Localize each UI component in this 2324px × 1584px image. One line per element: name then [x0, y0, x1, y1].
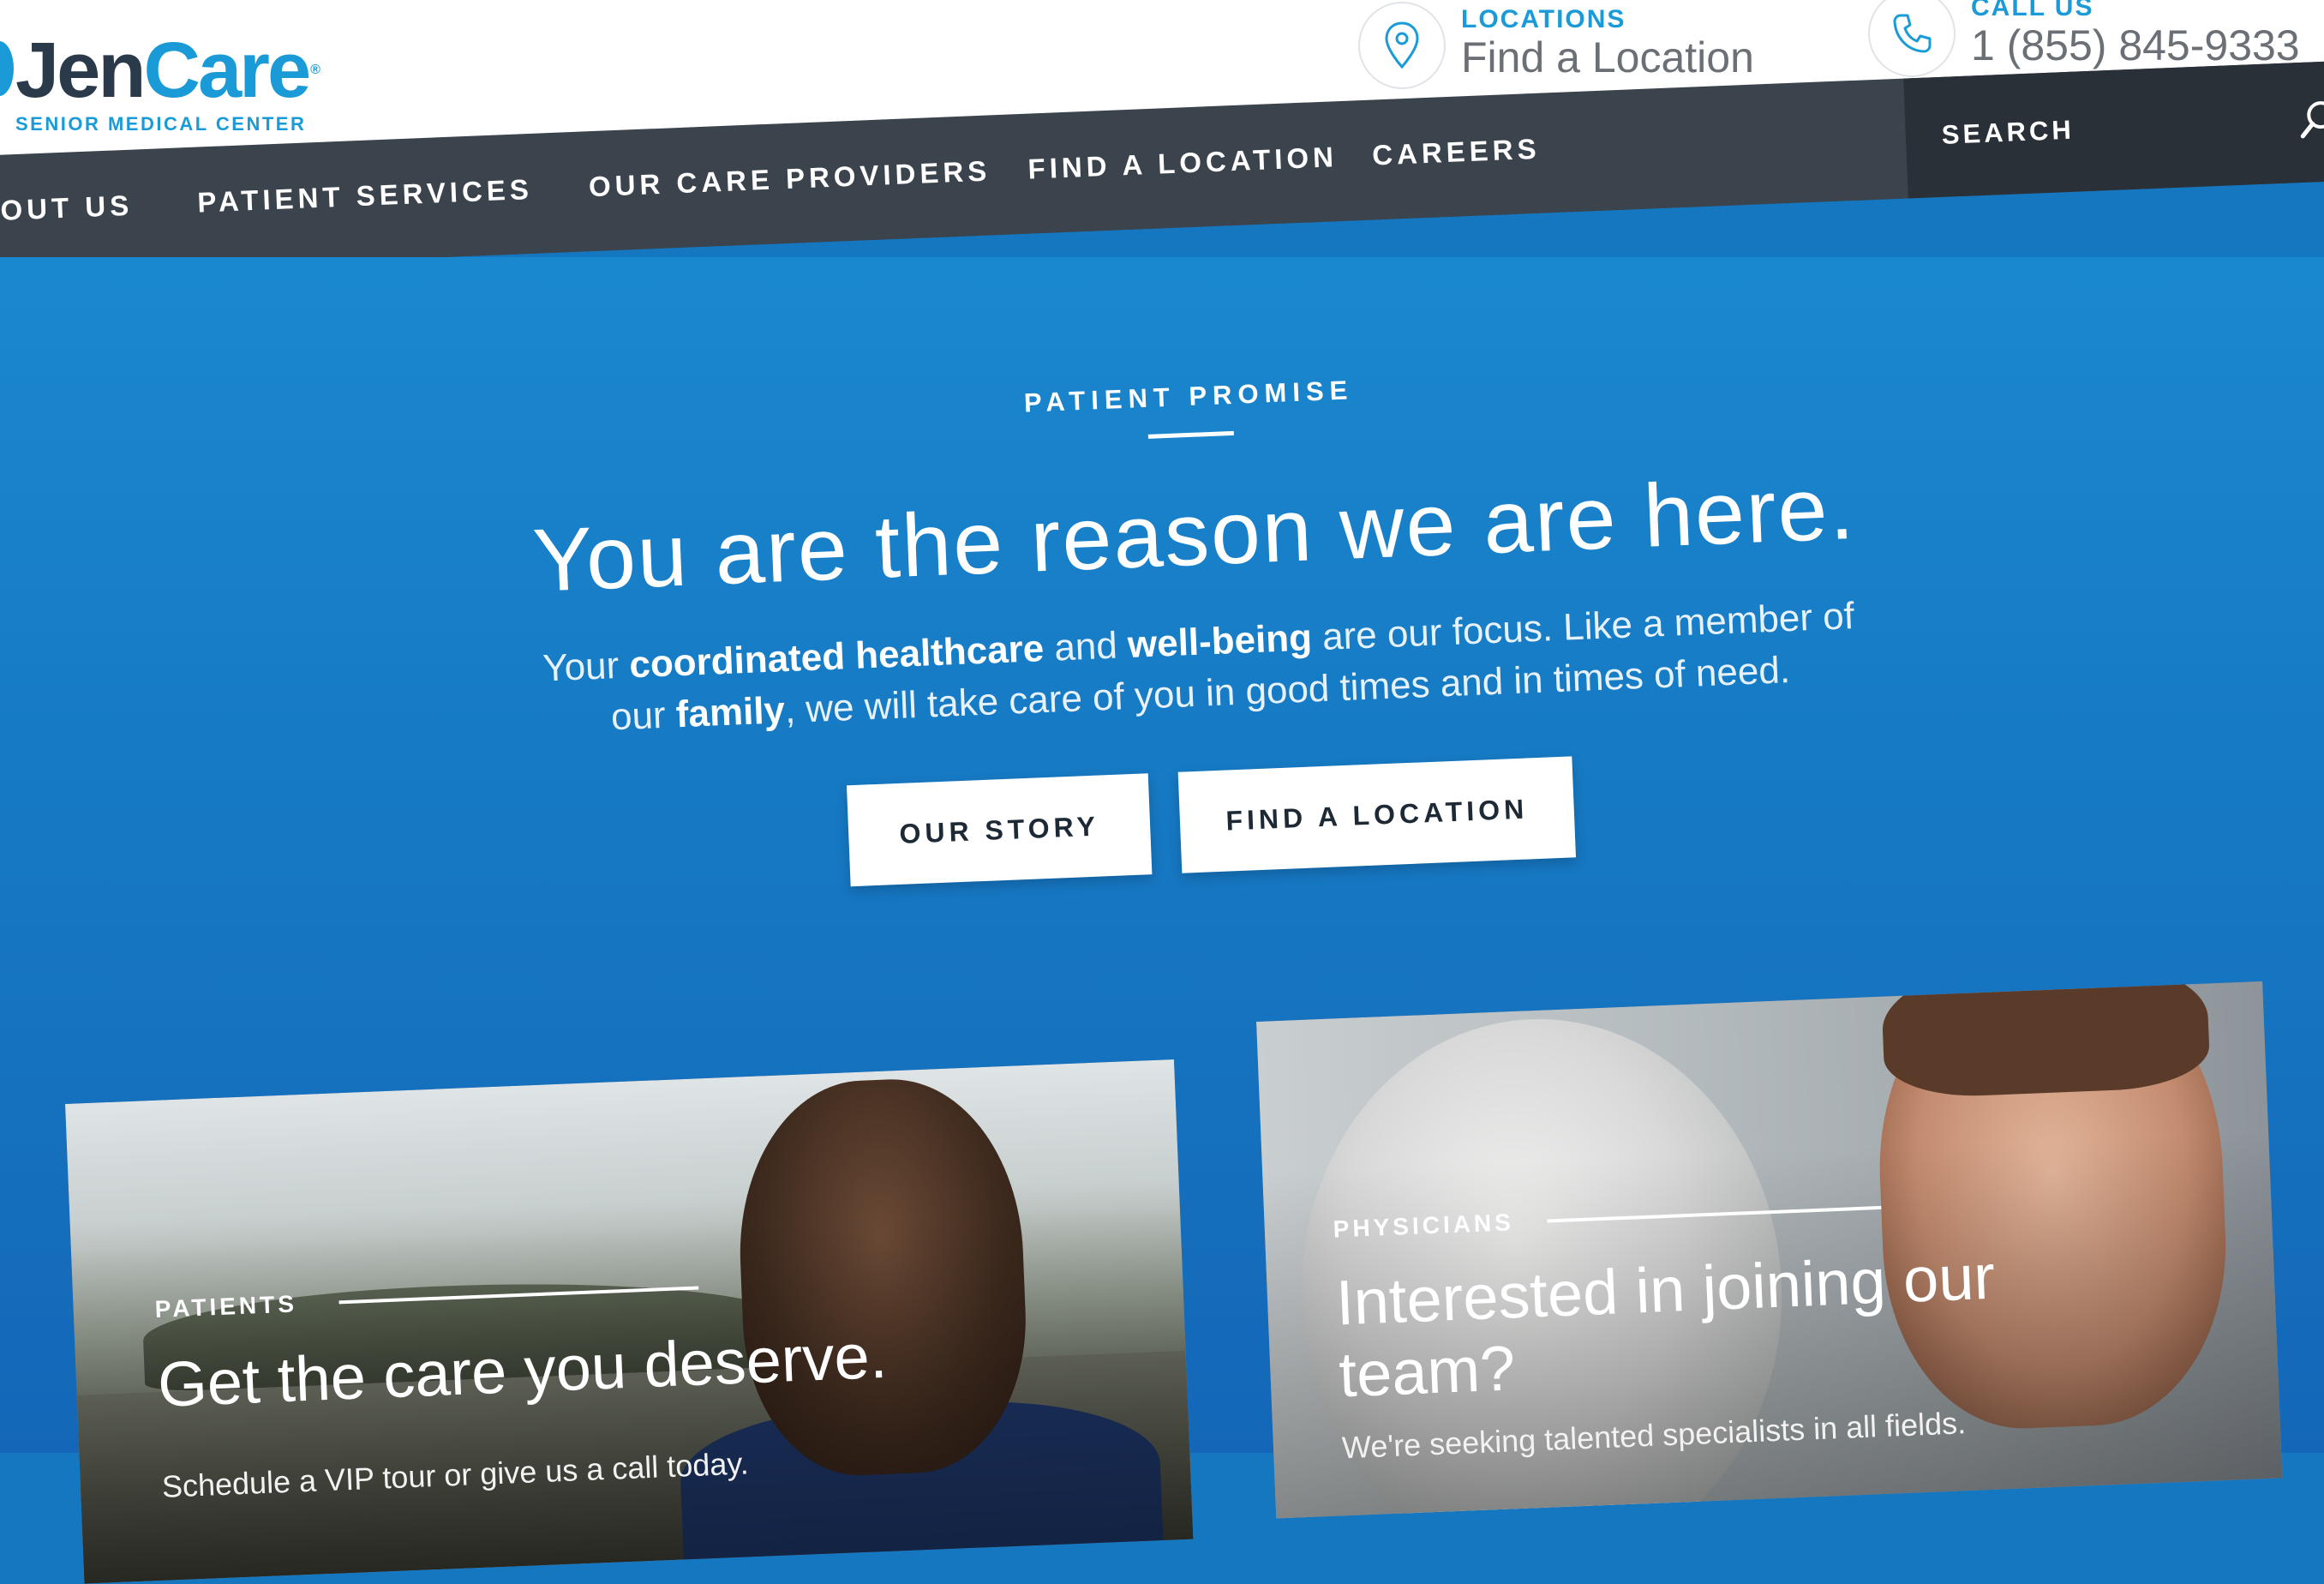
jencare-logo[interactable]: JenCare ® SENIOR MEDICAL CENTER	[0, 24, 360, 135]
our-story-button[interactable]: OUR STORY	[846, 773, 1153, 887]
phone-icon	[1868, 0, 1956, 77]
call-us-label: CALL US	[1971, 0, 2094, 21]
search-input[interactable]	[1938, 99, 2287, 158]
eyebrow-divider	[1147, 430, 1234, 439]
physicians-title: Interested in joining our team?	[1334, 1240, 1997, 1411]
hero-content: PATIENT PROMISE You are the reason we ar…	[0, 212, 2324, 990]
logo-tagline: SENIOR MEDICAL CENTER	[15, 113, 307, 135]
nav-item-find-a-location[interactable]: FIND A LOCATION	[1027, 141, 1339, 185]
locations-label: LOCATIONS	[1461, 5, 1626, 33]
phone-number-link[interactable]: 1 (855) 845-9333	[1971, 21, 2300, 70]
search-icon[interactable]	[2294, 95, 2324, 149]
nav-item-about-us[interactable]: OUT US	[0, 189, 134, 227]
find-location-button[interactable]: FIND A LOCATION	[1177, 756, 1577, 873]
patients-eyebrow: PATIENTS	[154, 1290, 298, 1323]
patients-card[interactable]: PATIENTS Get the care you deserve. Sched…	[65, 1059, 1194, 1584]
hero-eyebrow: PATIENT PROMISE	[1023, 375, 1354, 418]
nav-item-careers[interactable]: CAREERS	[1372, 133, 1542, 172]
physicians-card[interactable]: PHYSICIANS Interested in joining our team…	[1256, 981, 2283, 1519]
nav-item-patient-services[interactable]: PATIENT SERVICES	[197, 173, 534, 219]
nav-item-our-care-providers[interactable]: OUR CARE PROVIDERS	[588, 154, 991, 203]
map-pin-icon	[1358, 2, 1446, 89]
header-locations[interactable]: LOCATIONS Find a Location	[1358, 2, 1804, 96]
logo-mark-icon	[0, 41, 14, 96]
card-shade	[65, 1059, 1194, 1584]
logo-wordmark: JenCare ®	[15, 27, 320, 114]
find-location-link[interactable]: Find a Location	[1461, 33, 1754, 82]
nav-search	[1903, 59, 2324, 199]
